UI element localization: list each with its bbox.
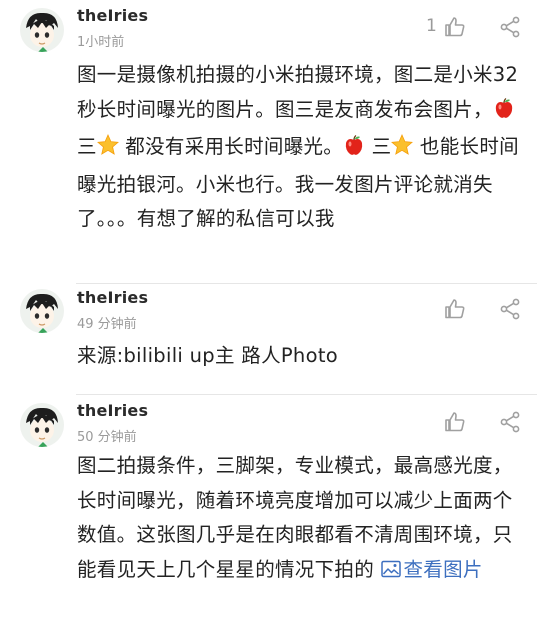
star-emoji <box>96 133 119 168</box>
share-icon[interactable] <box>498 15 522 39</box>
red-apple-emoji <box>493 96 515 131</box>
comment-text-part: 三 <box>365 135 392 158</box>
view-image-label: 查看图片 <box>403 557 483 581</box>
comment-item: theIries 49 分钟前 来源:bilibili up主 路人Photo <box>0 284 537 394</box>
username[interactable]: theIries <box>77 401 148 420</box>
comment-feed: theIries 1小时前 1 图一是摄像机拍摄的小米拍摄环境，图二是小米32秒… <box>0 0 537 637</box>
thumbs-up-icon[interactable] <box>443 15 467 39</box>
comment-text: 来源:bilibili up主 路人Photo <box>77 344 338 367</box>
timestamp: 50 分钟前 <box>77 430 137 445</box>
timestamp: 49 分钟前 <box>77 317 137 332</box>
like-count: 1 <box>426 16 437 36</box>
star-emoji <box>391 133 414 168</box>
avatar[interactable] <box>20 8 64 52</box>
share-icon[interactable] <box>498 410 522 434</box>
share-icon[interactable] <box>498 297 522 321</box>
thumbs-up-icon[interactable] <box>443 410 467 434</box>
comment-item: theIries 50 分钟前 图二拍摄条件，三脚架，专业模式，最高感光度，长时… <box>0 395 537 637</box>
view-image-link[interactable]: 查看图片 <box>380 557 483 581</box>
thumbs-up-icon[interactable] <box>443 297 467 321</box>
timestamp: 1小时前 <box>77 35 125 50</box>
comment-text-part: 都没有采用长时间曝光。 <box>118 135 344 158</box>
avatar[interactable] <box>20 289 64 333</box>
avatar[interactable] <box>20 403 64 447</box>
comment-item: theIries 1小时前 1 图一是摄像机拍摄的小米拍摄环境，图二是小米32秒… <box>0 0 537 283</box>
comment-text: 图一是摄像机拍摄的小米拍摄环境，图二是小米32秒长时间曝光的图片。图三是友商发布… <box>77 58 529 237</box>
red-apple-emoji <box>343 133 365 168</box>
comment-text: 图二拍摄条件，三脚架，专业模式，最高感光度，长时间曝光，随着环境亮度增加可以减少… <box>77 449 529 589</box>
username[interactable]: theIries <box>77 288 148 307</box>
image-icon <box>380 555 401 590</box>
comment-text-part: 三 <box>77 135 97 158</box>
comment-text-part: 图一是摄像机拍摄的小米拍摄环境，图二是小米32秒长时间曝光的图片。图三是友商发布… <box>77 63 519 121</box>
username[interactable]: theIries <box>77 6 148 25</box>
